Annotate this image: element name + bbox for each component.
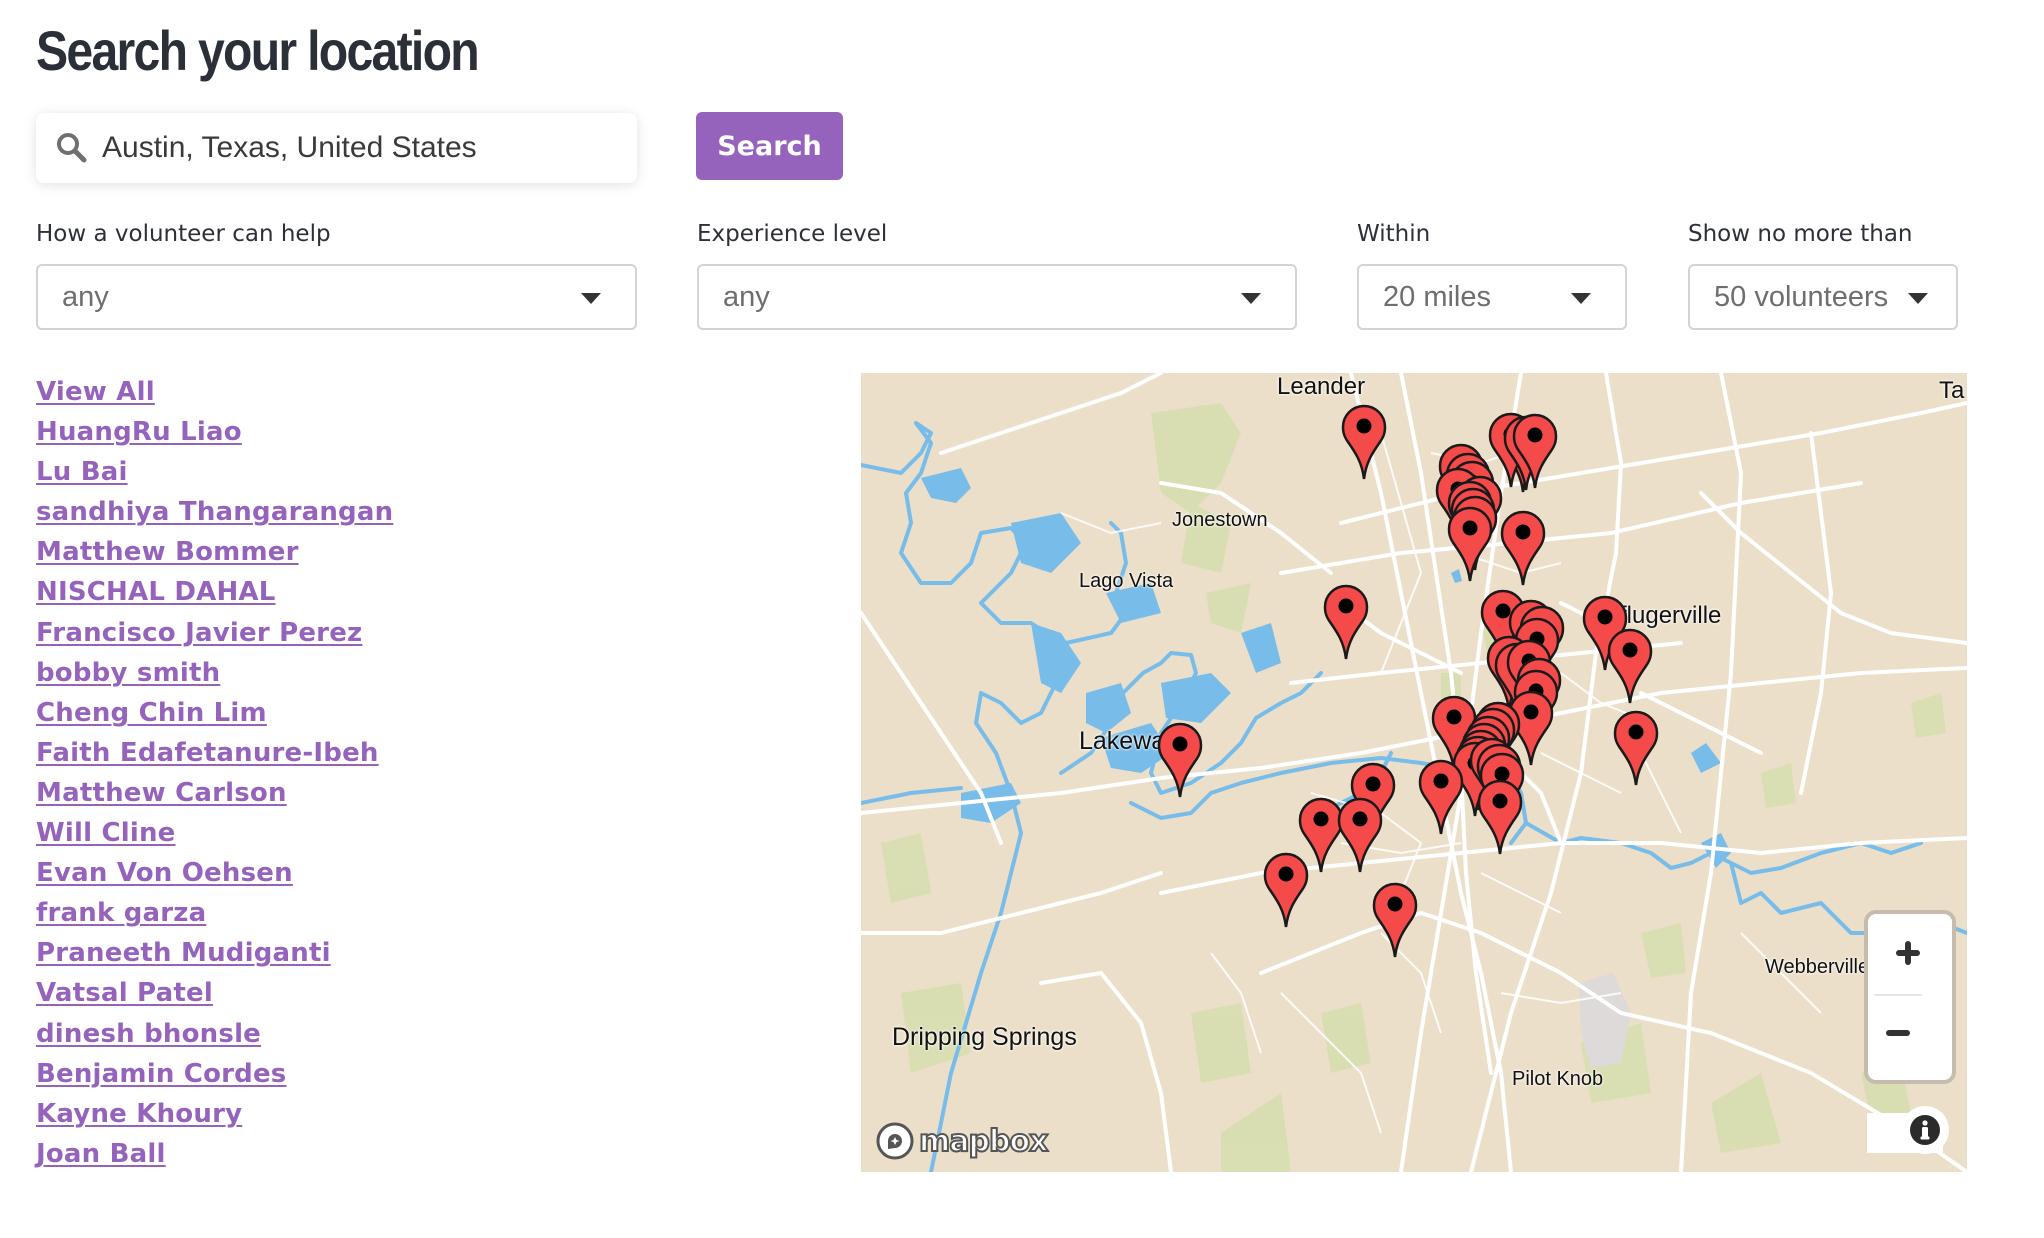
volunteer-link[interactable]: Joan Ball (36, 1139, 166, 1169)
map-marker-icon[interactable] (1607, 628, 1653, 704)
list-item: Evan Von Oehsen (36, 853, 393, 893)
list-item: Matthew Bommer (36, 532, 393, 572)
list-item: View All (36, 372, 393, 412)
map-marker-icon[interactable] (1341, 404, 1387, 480)
max-volunteers-select[interactable]: 50 volunteers (1688, 264, 1958, 330)
zoom-control (1864, 910, 1956, 1084)
zoom-out-button[interactable] (1868, 996, 1952, 1074)
volunteer-link[interactable]: frank garza (36, 898, 206, 928)
info-icon (1910, 1115, 1940, 1145)
location-search-field[interactable] (36, 113, 637, 183)
zoom-in-button[interactable] (1868, 914, 1952, 992)
map-label-dripping-springs: Dripping Springs (892, 1023, 1077, 1051)
experience-level-select[interactable]: any (697, 264, 1297, 330)
volunteer-link[interactable]: Cheng Chin Lim (36, 698, 267, 728)
volunteer-link[interactable]: dinesh bhonsle (36, 1019, 261, 1049)
map-base-layer (861, 373, 1967, 1172)
map-marker-icon[interactable] (1337, 797, 1383, 873)
roads (861, 373, 1967, 1172)
volunteer-link[interactable]: Kayne Khoury (36, 1099, 242, 1129)
chevron-down-icon (1571, 293, 1591, 304)
map-marker-icon[interactable] (1512, 413, 1558, 489)
list-item: frank garza (36, 893, 393, 933)
volunteer-link[interactable]: Matthew Carlson (36, 778, 287, 808)
chevron-down-icon (1908, 293, 1928, 304)
map-label-lago-vista: Lago Vista (1079, 570, 1174, 592)
list-item: Faith Edafetanure-Ibeh (36, 733, 393, 773)
info-button[interactable] (1901, 1106, 1949, 1154)
mapbox-logo-text: mapbox (918, 1123, 1049, 1160)
map-marker-icon[interactable] (1372, 882, 1418, 958)
map-marker-icon[interactable] (1477, 779, 1523, 855)
map-label-taylor: Ta (1939, 377, 1965, 404)
map-marker-icon[interactable] (1500, 510, 1546, 586)
list-item: Joan Ball (36, 1134, 393, 1174)
mapbox-logo-icon (876, 1122, 914, 1160)
mapbox-logo[interactable]: mapbox (875, 1121, 1049, 1161)
volunteer-map[interactable]: Leander Ta Jonestown Lago Vista Pflugerv… (861, 373, 1967, 1172)
map-marker-icon[interactable] (1613, 710, 1659, 786)
search-button[interactable]: Search (696, 112, 843, 180)
list-item: sandhiya Thangarangan (36, 492, 393, 532)
view-all-link[interactable]: View All (36, 377, 155, 407)
volunteer-link[interactable]: Matthew Bommer (36, 537, 299, 567)
volunteer-link[interactable]: Vatsal Patel (36, 978, 213, 1008)
list-item: Cheng Chin Lim (36, 693, 393, 733)
volunteer-link[interactable]: sandhiya Thangarangan (36, 497, 393, 527)
list-item: dinesh bhonsle (36, 1014, 393, 1054)
minus-icon (1886, 1030, 1910, 1036)
map-label-webberville: Webberville (1765, 956, 1870, 978)
experience-level-value: any (723, 280, 770, 313)
help-type-label: How a volunteer can help (36, 221, 331, 247)
map-label-pilot-knob: Pilot Knob (1512, 1068, 1604, 1090)
chevron-down-icon (581, 293, 601, 304)
page-title: Search your location (36, 19, 480, 82)
within-label: Within (1357, 221, 1431, 247)
within-distance-value: 20 miles (1383, 280, 1491, 313)
map-marker-icon[interactable] (1418, 759, 1464, 835)
plus-icon (1896, 941, 1920, 965)
list-item: Lu Bai (36, 452, 393, 492)
list-item: Francisco Javier Perez (36, 613, 393, 653)
chevron-down-icon (1241, 293, 1261, 304)
list-item: Kayne Khoury (36, 1094, 393, 1134)
volunteer-list: View All HuangRu Liao Lu Bai sandhiya Than… (36, 372, 393, 1174)
map-label-leander: Leander (1277, 373, 1366, 400)
map-marker-icon[interactable] (1447, 506, 1493, 582)
list-item: bobby smith (36, 653, 393, 693)
help-type-select[interactable]: any (36, 264, 637, 330)
map-marker-icon[interactable] (1263, 852, 1309, 928)
list-item: NISCHAL DAHAL (36, 572, 393, 612)
volunteer-link[interactable]: Lu Bai (36, 457, 128, 487)
map-label-jonestown: Jonestown (1172, 509, 1268, 531)
volunteer-link[interactable]: Evan Von Oehsen (36, 858, 293, 888)
list-item: Matthew Carlson (36, 773, 393, 813)
location-search-input[interactable] (100, 130, 624, 166)
help-type-value: any (62, 280, 109, 313)
max-results-label: Show no more than (1688, 221, 1913, 247)
volunteer-link[interactable]: NISCHAL DAHAL (36, 577, 276, 607)
list-item: HuangRu Liao (36, 412, 393, 452)
list-item: Will Cline (36, 813, 393, 853)
search-icon (54, 130, 90, 166)
max-volunteers-value: 50 volunteers (1714, 280, 1889, 313)
volunteer-link[interactable]: Faith Edafetanure-Ibeh (36, 738, 379, 768)
volunteer-link[interactable]: HuangRu Liao (36, 417, 242, 447)
within-distance-select[interactable]: 20 miles (1357, 264, 1627, 330)
list-item: Vatsal Patel (36, 973, 393, 1013)
list-item: Benjamin Cordes (36, 1054, 393, 1094)
volunteer-link[interactable]: bobby smith (36, 658, 220, 688)
map-marker-icon[interactable] (1323, 584, 1369, 660)
volunteer-link[interactable]: Will Cline (36, 818, 176, 848)
map-marker-icon[interactable] (1157, 722, 1203, 798)
volunteer-link[interactable]: Benjamin Cordes (36, 1059, 286, 1089)
volunteer-link[interactable]: Francisco Javier Perez (36, 618, 362, 648)
list-item: Praneeth Mudiganti (36, 933, 393, 973)
experience-level-label: Experience level (697, 221, 888, 247)
volunteer-link[interactable]: Praneeth Mudiganti (36, 938, 331, 968)
